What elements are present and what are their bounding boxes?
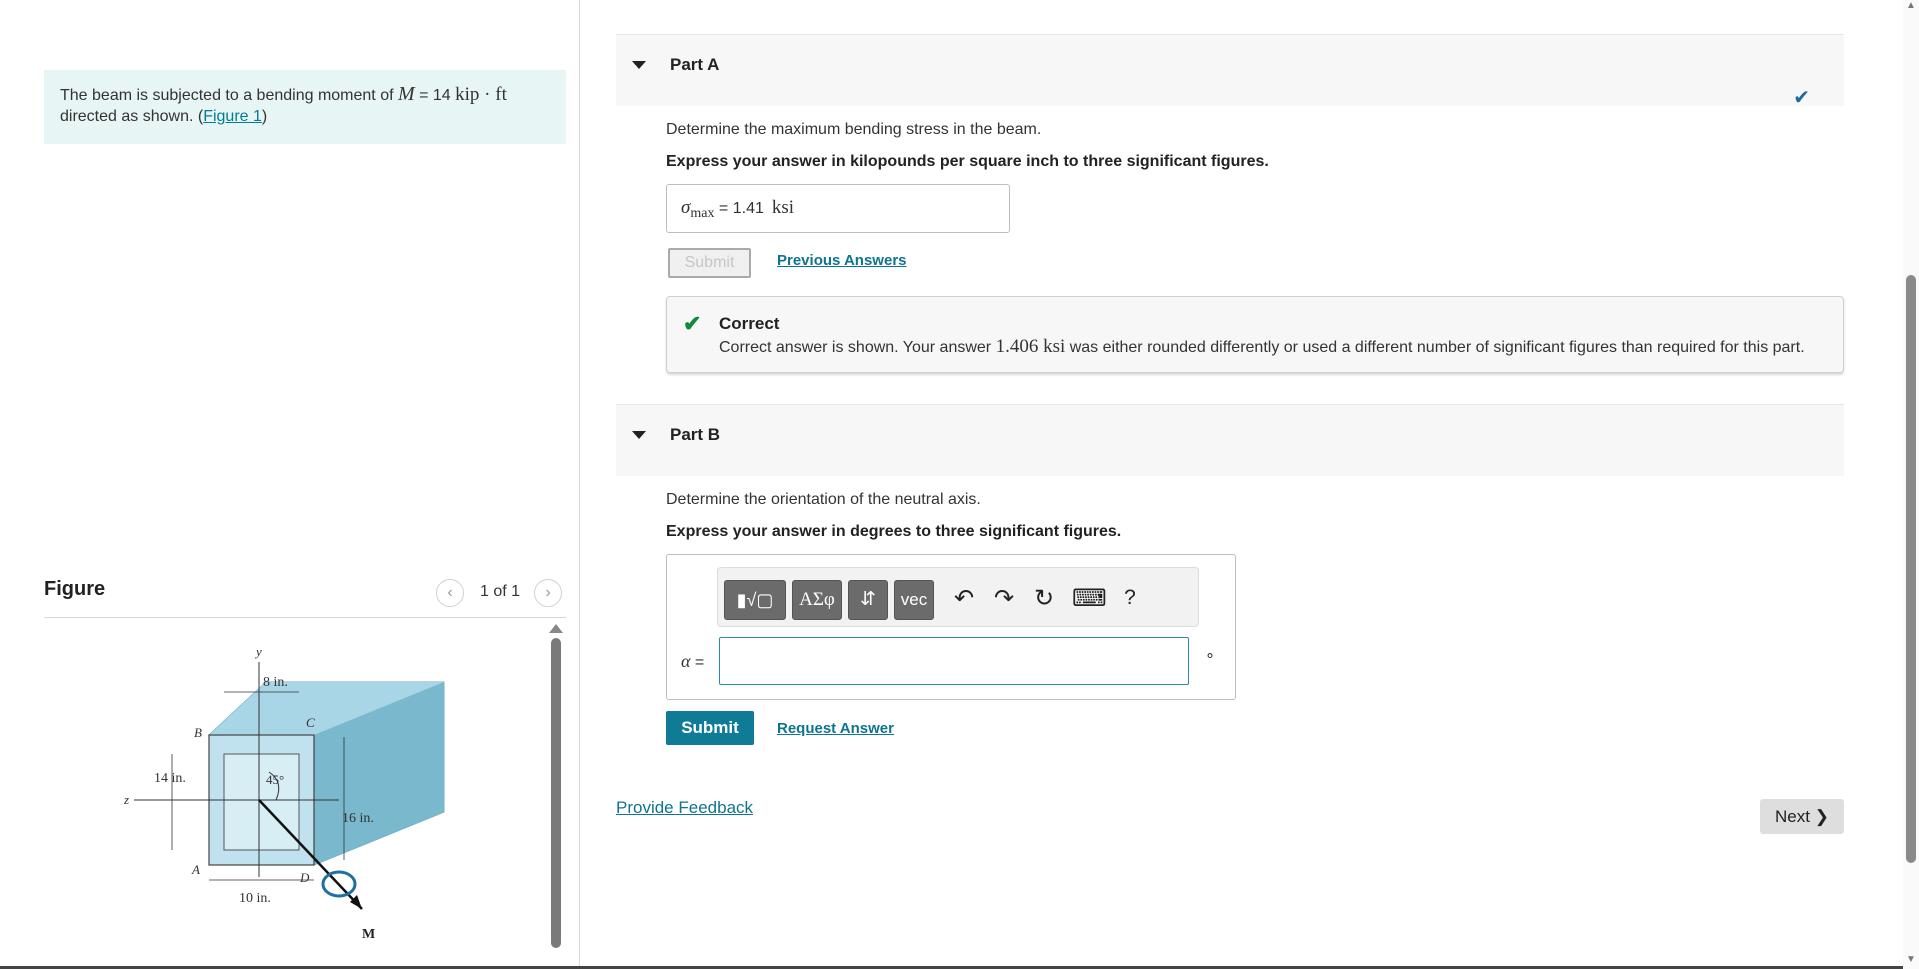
scroll-up-icon[interactable] bbox=[549, 624, 563, 633]
arrows-button[interactable]: ⇵ bbox=[848, 580, 888, 620]
provide-feedback-link[interactable]: Provide Feedback bbox=[616, 798, 753, 818]
collapse-triangle-icon[interactable] bbox=[632, 431, 646, 439]
degree-unit: ∘ bbox=[1205, 647, 1216, 664]
feedback-value: 1.406 ksi bbox=[995, 336, 1066, 357]
part-b-question: Determine the orientation of the neutral… bbox=[666, 491, 981, 508]
label-dim-14: 14 in. bbox=[154, 771, 186, 786]
figure-prev-button[interactable]: ‹ bbox=[436, 579, 464, 607]
moment-eq: = 14 bbox=[414, 87, 456, 104]
right-panel: Part A ✔ Determine the maximum bending s… bbox=[581, 0, 1903, 969]
chevron-right-icon: › bbox=[545, 584, 551, 601]
chevron-right-icon: ❯ bbox=[1814, 807, 1829, 826]
feedback-text-2: was either rounded differently or used a… bbox=[1065, 339, 1805, 356]
figure-title: Figure bbox=[44, 578, 106, 600]
answer-unit: ksi bbox=[771, 197, 795, 218]
label-z: z bbox=[123, 792, 129, 807]
page-scroll-thumb[interactable] bbox=[1906, 275, 1916, 863]
label-dim-16: 16 in. bbox=[342, 811, 374, 826]
problem-text-after: directed as shown. ( bbox=[60, 108, 204, 125]
help-icon[interactable]: ? bbox=[1118, 586, 1142, 610]
next-button[interactable]: Next ❯ bbox=[1760, 799, 1844, 834]
figure-scroll-thumb[interactable] bbox=[551, 638, 561, 948]
left-panel: The beam is subjected to a bending momen… bbox=[0, 0, 580, 969]
feedback-box: ✔ Correct Correct answer is shown. Your … bbox=[666, 296, 1844, 373]
figure-link[interactable]: Figure 1 bbox=[203, 108, 262, 125]
label-d: D bbox=[299, 870, 310, 885]
collapse-triangle-icon[interactable] bbox=[632, 61, 646, 69]
moment-unit: kip · ft bbox=[455, 84, 507, 105]
problem-text-before: The beam is subjected to a bending momen… bbox=[60, 87, 398, 104]
label-a: A bbox=[191, 862, 200, 877]
request-answer-link[interactable]: Request Answer bbox=[777, 720, 894, 737]
label-angle: 45° bbox=[266, 772, 284, 787]
sigma-subscript: max bbox=[690, 206, 715, 221]
feedback-title: Correct bbox=[719, 314, 780, 333]
page-scrollbar[interactable]: ▲ ▼ bbox=[1903, 0, 1919, 969]
correct-check-icon: ✔ bbox=[683, 311, 702, 336]
feedback-text-1: Correct answer is shown. Your answer bbox=[719, 339, 996, 356]
part-b-title: Part B bbox=[670, 425, 721, 444]
reset-icon[interactable]: ↻ bbox=[1030, 584, 1058, 613]
label-c: C bbox=[306, 715, 315, 730]
close-paren: ) bbox=[261, 108, 268, 125]
label-dim-8: 8 in. bbox=[263, 675, 288, 690]
feedback-text: Correct answer is shown. Your answer 1.4… bbox=[719, 336, 1805, 358]
part-a-question: Determine the maximum bending stress in … bbox=[666, 121, 1042, 138]
undo-icon[interactable]: ↶ bbox=[950, 584, 978, 613]
completed-check-icon: ✔ bbox=[1793, 87, 1810, 109]
problem-statement: The beam is subjected to a bending momen… bbox=[44, 70, 566, 144]
chevron-left-icon: ‹ bbox=[447, 584, 453, 601]
redo-icon[interactable]: ↷ bbox=[990, 584, 1018, 613]
answer-value: 1.41 bbox=[732, 200, 764, 217]
figure-header: Figure ‹ 1 of 1 › bbox=[44, 568, 566, 618]
beam-diagram: y z B C A D 8 in. 14 in. 16 in. 10 in. 4… bbox=[123, 644, 445, 942]
part-b-header[interactable]: Part B bbox=[616, 404, 1844, 476]
templates-button[interactable]: ▮√▢ bbox=[724, 580, 786, 620]
next-label: Next bbox=[1775, 807, 1810, 826]
part-a-header[interactable]: Part A ✔ bbox=[616, 34, 1844, 109]
label-moment: M bbox=[362, 927, 375, 942]
label-b: B bbox=[194, 725, 202, 740]
alpha-eq: = bbox=[690, 654, 705, 671]
answer-eq: = bbox=[714, 200, 733, 217]
keyboard-icon[interactable]: ⌨ bbox=[1072, 584, 1107, 613]
part-b-instruction: Express your answer in degrees to three … bbox=[666, 523, 1122, 540]
figure-count: 1 of 1 bbox=[480, 583, 521, 600]
part-a-title: Part A bbox=[670, 55, 720, 74]
previous-answers-link[interactable]: Previous Answers bbox=[777, 252, 907, 269]
math-toolbar: ▮√▢ ΑΣφ ⇵ vec ↶ ↷ ↻ ⌨ ? bbox=[717, 567, 1199, 627]
figure-next-button[interactable]: › bbox=[534, 579, 562, 607]
vec-button[interactable]: vec bbox=[894, 580, 934, 620]
sigma-symbol: σ bbox=[681, 197, 691, 218]
moment-symbol: M bbox=[397, 83, 415, 105]
figure-image: y z B C A D 8 in. 14 in. 16 in. 10 in. 4… bbox=[44, 622, 544, 969]
part-a-answer-box: σmax = 1.41 ksi bbox=[666, 184, 1010, 233]
alpha-label: α = bbox=[681, 651, 704, 672]
greek-button[interactable]: ΑΣφ bbox=[792, 580, 842, 620]
part-a-instruction: Express your answer in kilopounds per sq… bbox=[666, 153, 1269, 170]
part-a-submit-button[interactable]: Submit bbox=[668, 248, 751, 278]
part-b-submit-button[interactable]: Submit bbox=[666, 711, 754, 745]
label-y: y bbox=[254, 644, 262, 659]
alpha-input[interactable] bbox=[719, 637, 1189, 685]
scroll-up-icon[interactable]: ▲ bbox=[1906, 0, 1916, 11]
figure-scrollbar[interactable] bbox=[549, 622, 563, 969]
scroll-down-icon[interactable]: ▼ bbox=[1906, 954, 1916, 965]
part-b-answer-box: ▮√▢ ΑΣφ ⇵ vec ↶ ↷ ↻ ⌨ ? α = ∘ bbox=[666, 554, 1236, 700]
label-dim-10: 10 in. bbox=[239, 891, 271, 906]
